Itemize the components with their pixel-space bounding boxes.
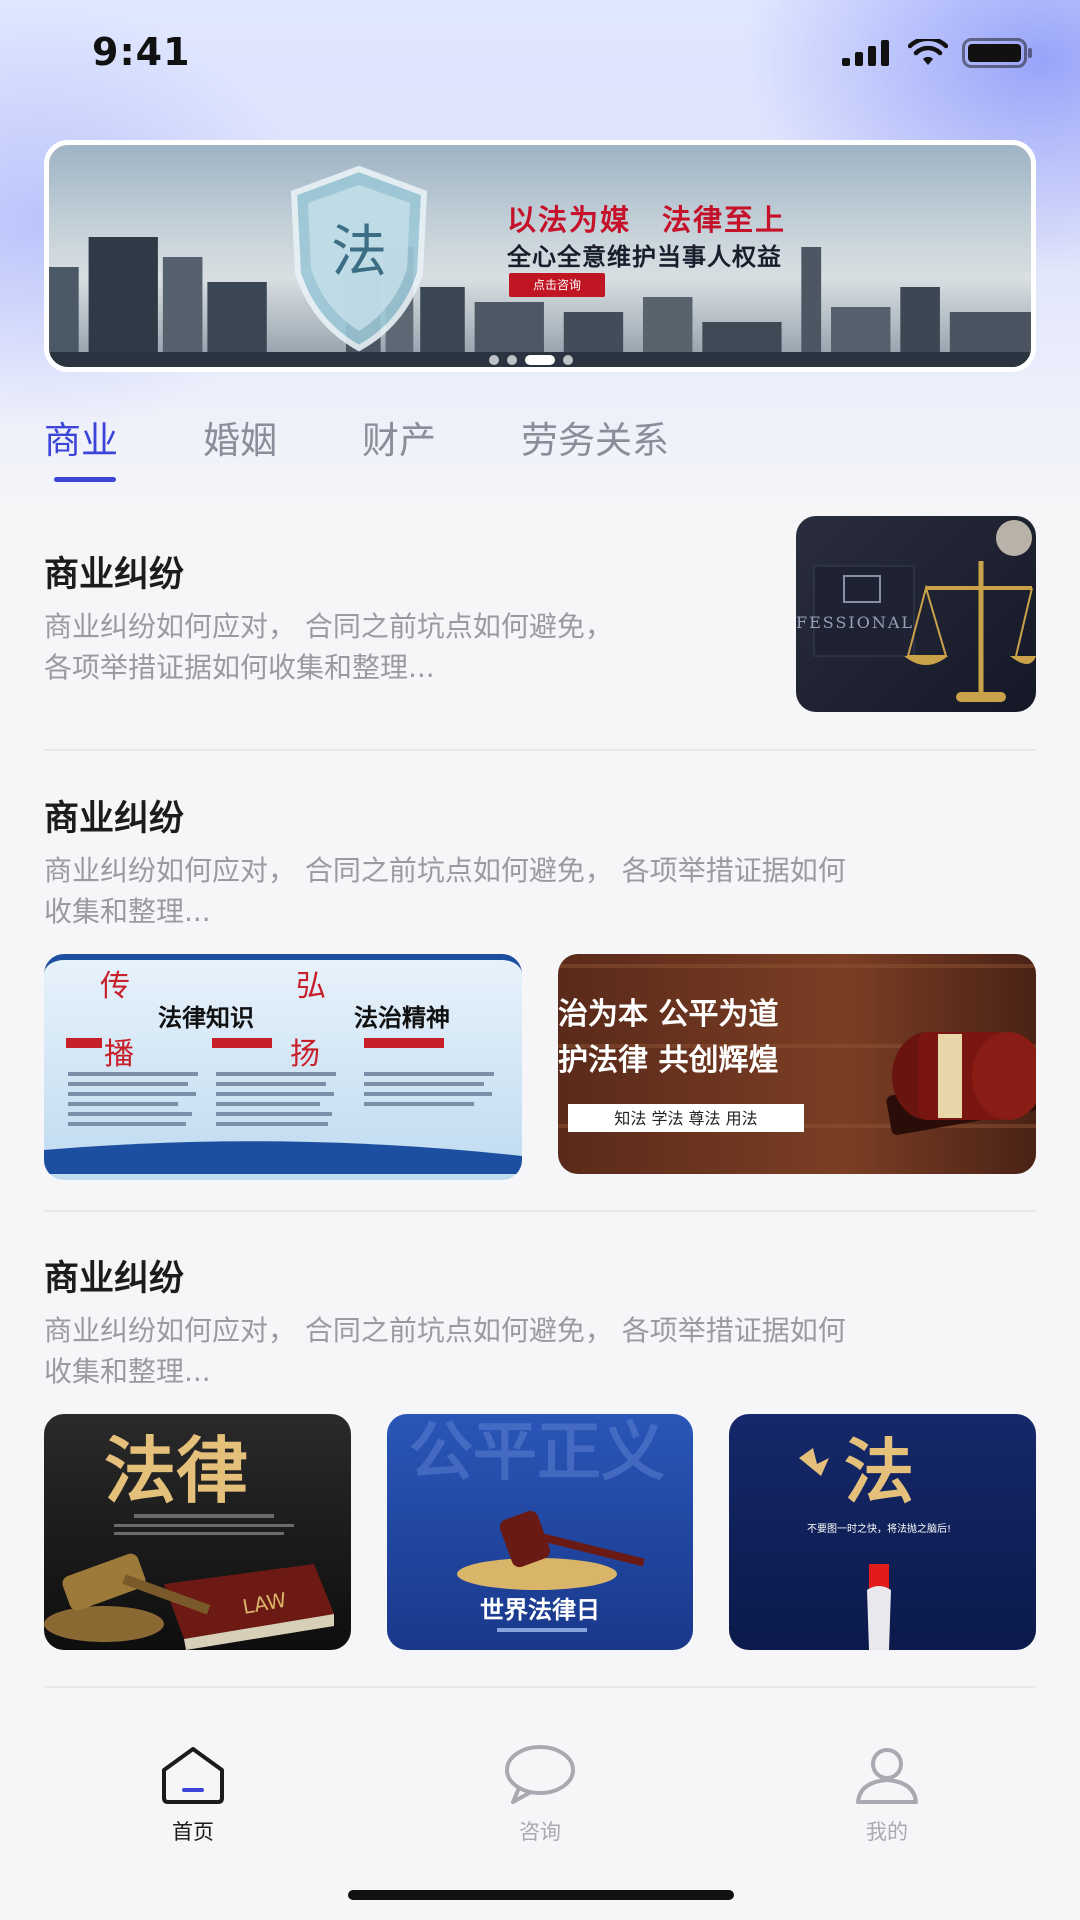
- article-desc: 商业纠纷如何应对， 合同之前坑点如何避免， 各项举措证据如何 收集和整理...: [44, 850, 846, 932]
- banner-headline: 以法为媒 法律至上: [507, 203, 787, 237]
- article-thumbnail-scales[interactable]: FESSIONAL: [796, 516, 1036, 712]
- shield-logo: 法: [290, 165, 428, 352]
- tab-consult[interactable]: 咨询: [460, 1744, 620, 1846]
- law-red-card-illustration: 法 不要图一时之快，将法抛之脑后!: [799, 1430, 951, 1650]
- tab-business[interactable]: 商业: [44, 410, 118, 482]
- shield-char: 法: [331, 220, 387, 285]
- divider: [44, 1686, 1036, 1688]
- article-desc-line: 收集和整理...: [44, 895, 211, 928]
- banner-consult-button[interactable]: 点击咨询: [509, 273, 605, 297]
- article-image-law-book[interactable]: 法律 LAW: [44, 1414, 351, 1650]
- article-image-gavel-books[interactable]: 治为本 公平为道 护法律 共创辉煌 知法 学法 尊法 用法: [558, 954, 1036, 1174]
- divider: [44, 749, 1036, 751]
- promo-banner[interactable]: 法 以法为媒 法律至上 全心全意维护当事人权益 点击咨询: [44, 140, 1036, 372]
- poster-char: 弘: [296, 969, 326, 1004]
- poster-char: 传: [100, 969, 130, 1004]
- gavel-icon: [886, 1032, 1036, 1135]
- carousel-dot[interactable]: [563, 355, 573, 365]
- article-desc-line: 商业纠纷如何应对， 合同之前坑点如何避免， 各项举措证据如何: [44, 1314, 846, 1347]
- home-indicator[interactable]: [348, 1890, 734, 1900]
- tab-marriage[interactable]: 婚姻: [203, 410, 277, 464]
- legal-poster-illustration: 传 弘 法律知识 法治精神 播 扬: [44, 969, 522, 1174]
- article-image-law-red-card[interactable]: 法 不要图一时之快，将法抛之脑后!: [729, 1414, 1036, 1650]
- poster-caption: 世界法律日: [480, 1596, 600, 1624]
- world-law-day-illustration: 公平正义 世界法律日: [409, 1416, 665, 1632]
- article-title: 商业纠纷: [44, 555, 185, 595]
- poster-line: 治为本 公平为道: [558, 997, 778, 1032]
- user-icon: [856, 1748, 918, 1804]
- tab-mine[interactable]: 我的: [807, 1744, 967, 1846]
- tab-label: 首页: [172, 1820, 214, 1844]
- scales-of-justice-icon: FESSIONAL: [796, 520, 1036, 702]
- carousel-dot[interactable]: [507, 355, 517, 365]
- tab-property[interactable]: 财产: [362, 410, 436, 464]
- wifi-icon: [908, 39, 948, 65]
- banner-subline: 全心全意维护当事人权益: [507, 243, 782, 271]
- article-desc-line: 商业纠纷如何应对， 合同之前坑点如何避免，: [44, 610, 613, 643]
- carousel-dot[interactable]: [489, 355, 499, 365]
- article-title: 商业纠纷: [44, 1259, 185, 1299]
- status-bar: 9:41: [0, 0, 1080, 110]
- poster-title: 法治精神: [354, 1004, 450, 1032]
- poster-tag: 知法 学法 尊法 用法: [614, 1109, 757, 1128]
- article-desc-line: 收集和整理...: [44, 1355, 211, 1388]
- poster-watermark-text: 公平正义: [409, 1416, 665, 1490]
- divider: [44, 1210, 1036, 1212]
- battery-icon: [962, 38, 1032, 68]
- carousel-dot-active[interactable]: [525, 355, 555, 365]
- cellular-signal-icon: [842, 40, 889, 66]
- gavel-books-illustration: 治为本 公平为道 护法律 共创辉煌 知法 学法 尊法 用法: [558, 964, 1036, 1135]
- tab-label: 我的: [866, 1820, 908, 1844]
- poster-note: 不要图一时之快，将法抛之脑后!: [807, 1522, 951, 1535]
- law-book-illustration: 法律 LAW: [44, 1428, 334, 1650]
- poster-title: 法律知识: [158, 1004, 254, 1032]
- article-desc-line: 商业纠纷如何应对， 合同之前坑点如何避免， 各项举措证据如何: [44, 854, 846, 887]
- carousel-indicator[interactable]: [489, 355, 573, 365]
- poster-char: 扬: [290, 1037, 320, 1072]
- article-title: 商业纠纷: [44, 799, 185, 839]
- category-tabs: 商业 婚姻 财产 劳务关系: [44, 410, 754, 482]
- chat-icon: [505, 1745, 575, 1804]
- article-desc-line: 各项举措证据如何收集和整理...: [44, 651, 435, 684]
- poster-big-text: 法律: [104, 1428, 248, 1513]
- article-image-world-law-day[interactable]: 公平正义 世界法律日: [387, 1414, 693, 1650]
- poster-line: 护法律 共创辉煌: [558, 1043, 778, 1078]
- tab-label: 咨询: [519, 1820, 561, 1844]
- status-icons: [842, 38, 1034, 68]
- tab-home[interactable]: 首页: [113, 1744, 273, 1846]
- article-desc: 商业纠纷如何应对， 合同之前坑点如何避免， 各项举措证据如何收集和整理...: [44, 606, 613, 688]
- article-image-legal-poster[interactable]: 传 弘 法律知识 法治精神 播 扬: [44, 954, 522, 1180]
- tab-labor[interactable]: 劳务关系: [521, 410, 669, 464]
- home-icon: [162, 1747, 224, 1804]
- poster-char: 播: [104, 1037, 134, 1072]
- bottom-tab-bar: 首页 咨询 我的: [0, 1700, 1080, 1920]
- status-time: 9:41: [92, 30, 191, 74]
- article-desc: 商业纠纷如何应对， 合同之前坑点如何避免， 各项举措证据如何 收集和整理...: [44, 1310, 846, 1392]
- poster-big-text: 法: [844, 1430, 914, 1513]
- thumbnail-text: FESSIONAL: [796, 613, 914, 632]
